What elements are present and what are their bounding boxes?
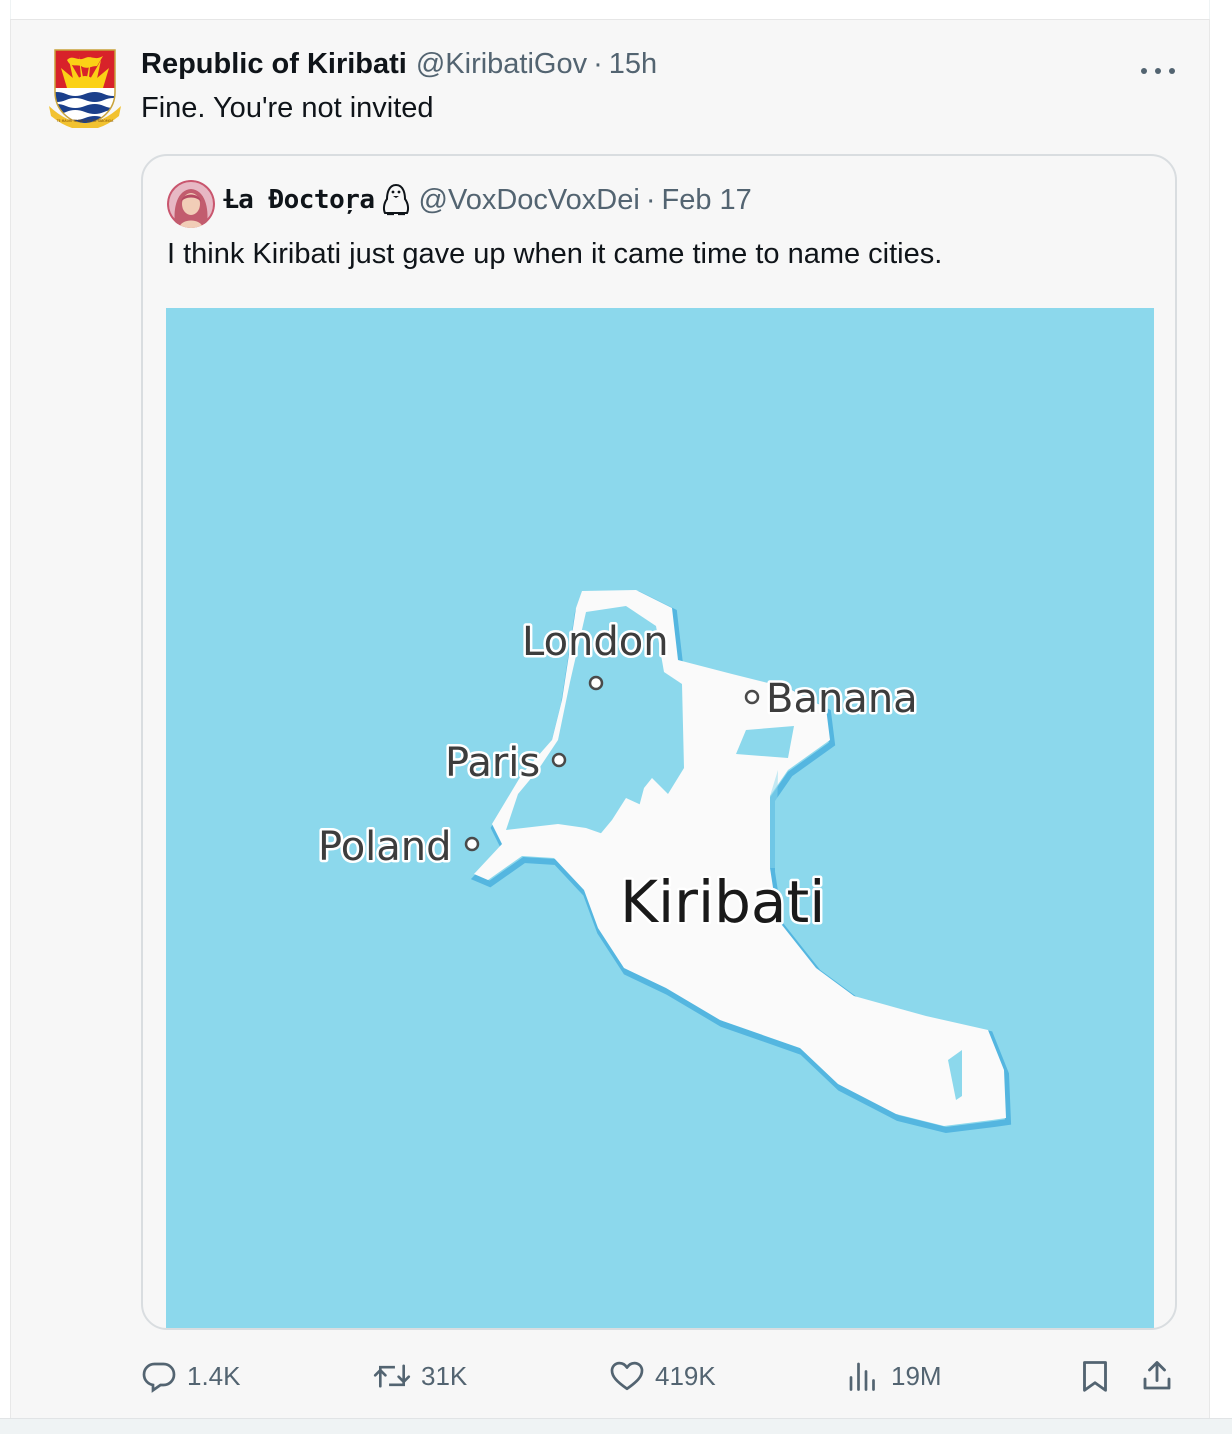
kiribati-map-image[interactable]: London Banana Paris Poland Kiribati — [166, 308, 1154, 1328]
tweet-header: Republic of Kiribati @KiribatiGov · 15h — [141, 48, 657, 84]
like-count: 419K — [655, 1360, 716, 1391]
quoted-tweet[interactable]: Ƚa Ɖoctoŗa @VoxDocVoxDei · Feb 17 I thin… — [141, 154, 1177, 1330]
like-button[interactable]: 419K — [609, 1358, 716, 1394]
coat-of-arms-motto: TE MAURI TE RAOI AO TE TABOMOA — [56, 119, 114, 123]
views-icon — [849, 1362, 875, 1391]
share-icon — [1143, 1361, 1171, 1390]
bookmark-button[interactable] — [1077, 1358, 1113, 1394]
reply-button[interactable]: 1.4K — [141, 1358, 241, 1394]
kiribati-coat-of-arms-avatar[interactable]: TE MAURI TE RAOI AO TE TABOMOA — [47, 44, 123, 130]
quoted-header-separator: · — [645, 183, 656, 216]
more-dot — [1169, 68, 1175, 74]
city-label-paris: Paris — [445, 740, 540, 786]
header-separator: · — [593, 48, 603, 80]
quoted-author-display-name[interactable]: Ƚa Ɖoctoŗa — [223, 185, 375, 215]
author-display-name[interactable]: Republic of Kiribati — [141, 48, 407, 81]
author-handle[interactable]: @KiribatiGov — [416, 48, 587, 81]
more-dot — [1155, 68, 1161, 74]
quoted-author-avatar[interactable] — [167, 180, 215, 228]
share-button[interactable] — [1139, 1358, 1175, 1394]
profile-photo-icon — [167, 180, 215, 228]
next-tweet-edge — [0, 1418, 1232, 1434]
reply-count: 1.4K — [187, 1360, 241, 1391]
penguin-icon — [382, 183, 409, 216]
city-dot-banana — [744, 689, 760, 705]
views-button[interactable]: 19M — [845, 1358, 942, 1394]
city-dot-poland — [464, 836, 480, 852]
quoted-author-handle[interactable]: @VoxDocVoxDei — [419, 184, 640, 217]
quoted-tweet-header: Ƚa Ɖoctoŗa @VoxDocVoxDei · Feb 17 — [223, 182, 752, 218]
penguin-emoji — [381, 183, 411, 217]
coat-of-arms-icon: TE MAURI TE RAOI AO TE TABOMOA — [49, 49, 121, 130]
city-dot-paris — [551, 752, 567, 768]
repost-button[interactable]: 31K — [373, 1358, 467, 1394]
tweet-timestamp[interactable]: 15h — [609, 48, 657, 81]
bookmark-icon — [1083, 1361, 1107, 1392]
city-label-london: London — [522, 619, 669, 665]
city-label-banana: Banana — [766, 676, 918, 722]
tweet-text: Fine. You're not invited — [141, 92, 434, 124]
tweet[interactable]: TE MAURI TE RAOI AO TE TABOMOA Republic … — [10, 19, 1210, 1419]
city-label-poland: Poland — [318, 824, 452, 870]
repost-count: 31K — [421, 1360, 468, 1391]
timeline-top-edge — [10, 0, 1210, 20]
reply-icon — [142, 1362, 176, 1393]
more-options-icon[interactable] — [1141, 64, 1175, 78]
quoted-tweet-date[interactable]: Feb 17 — [662, 184, 752, 217]
country-label-kiribati: Kiribati — [620, 868, 825, 936]
map-drawing: London Banana Paris Poland Kiribati — [166, 308, 1154, 1328]
repost-icon — [373, 1364, 411, 1388]
heart-icon — [610, 1361, 644, 1391]
quoted-tweet-text: I think Kiribati just gave up when it ca… — [167, 238, 943, 270]
city-dot-london — [588, 675, 604, 691]
views-count: 19M — [891, 1360, 942, 1391]
more-dot — [1141, 68, 1147, 74]
tweet-actions: 1.4K 31K 419K 19M — [11, 1350, 1211, 1400]
